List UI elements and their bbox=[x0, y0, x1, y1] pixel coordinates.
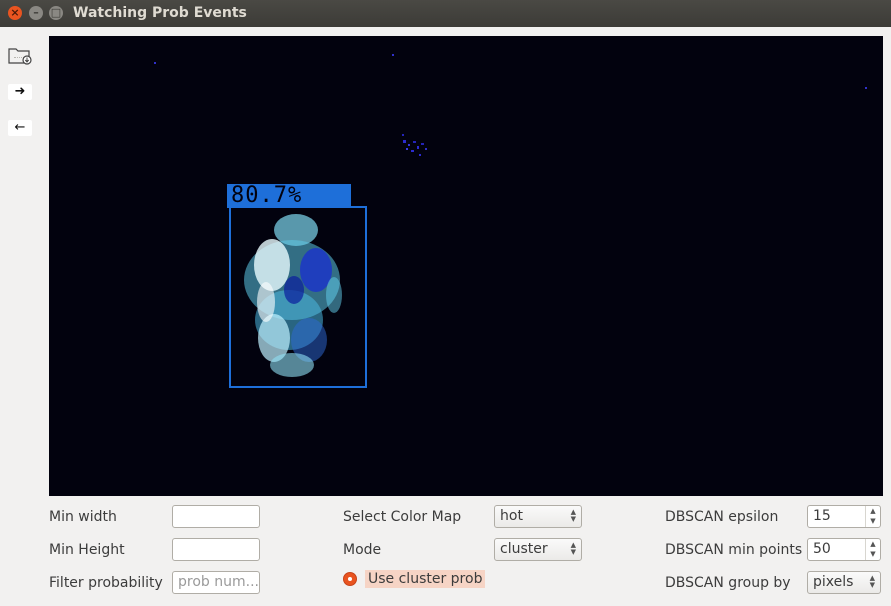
next-button[interactable]: ➜ bbox=[8, 84, 32, 100]
detection-probability-label: 80.7% bbox=[227, 184, 351, 208]
updown-chevron-icon: ▲ ▼ bbox=[570, 541, 576, 556]
dbscan-epsilon-value: 15 bbox=[813, 508, 831, 524]
arrow-left-icon: ← bbox=[14, 120, 26, 135]
dbscan-min-points-label: DBSCAN min points bbox=[665, 542, 803, 558]
dbscan-min-points-value: 50 bbox=[813, 541, 831, 557]
filter-probability-label: Filter probability bbox=[49, 575, 163, 591]
spin-arrows-icon[interactable]: ▲ ▼ bbox=[865, 539, 880, 560]
minimize-window-icon[interactable]: – bbox=[29, 6, 43, 20]
event-image-viewer[interactable]: 80.7% bbox=[49, 36, 883, 496]
title-bar: × – □ Watching Prob Events bbox=[0, 0, 891, 27]
mode-value: cluster bbox=[500, 541, 548, 557]
side-toolbar: ➜ ← bbox=[0, 27, 40, 606]
updown-chevron-icon: ▲ ▼ bbox=[570, 508, 576, 523]
dbscan-min-points-spinbox[interactable]: 50 ▲ ▼ bbox=[807, 538, 881, 561]
window-title: Watching Prob Events bbox=[73, 5, 247, 21]
filter-probability-input[interactable]: prob num... bbox=[172, 571, 260, 594]
close-window-icon[interactable]: × bbox=[8, 6, 22, 20]
spin-arrows-icon[interactable]: ▲ ▼ bbox=[865, 506, 880, 527]
previous-button[interactable]: ← bbox=[8, 120, 32, 136]
min-height-input[interactable] bbox=[172, 538, 260, 561]
use-cluster-prob-label: Use cluster prob bbox=[365, 570, 486, 588]
arrow-right-icon: ➜ bbox=[14, 84, 26, 99]
dbscan-group-by-value: pixels bbox=[813, 574, 854, 590]
color-map-select[interactable]: hot ▲ ▼ bbox=[494, 505, 582, 528]
mode-label: Mode bbox=[343, 542, 382, 558]
dbscan-epsilon-spinbox[interactable]: 15 ▲ ▼ bbox=[807, 505, 881, 528]
noise-point bbox=[392, 54, 394, 56]
noise-point bbox=[154, 62, 156, 64]
use-cluster-prob-radio[interactable] bbox=[343, 572, 357, 586]
min-width-label: Min width bbox=[49, 509, 117, 525]
dbscan-group-by-label: DBSCAN group by bbox=[665, 575, 791, 591]
color-map-value: hot bbox=[500, 508, 523, 524]
mode-select[interactable]: cluster ▲ ▼ bbox=[494, 538, 582, 561]
folder-open-icon bbox=[8, 48, 32, 65]
use-cluster-prob-option[interactable]: Use cluster prob bbox=[343, 569, 486, 589]
noise-cluster bbox=[402, 134, 427, 156]
min-height-label: Min Height bbox=[49, 542, 125, 558]
min-width-input[interactable] bbox=[172, 505, 260, 528]
open-folder-button[interactable] bbox=[8, 45, 32, 65]
detected-person-events bbox=[244, 214, 342, 377]
dbscan-epsilon-label: DBSCAN epsilon bbox=[665, 509, 779, 525]
dbscan-group-by-select[interactable]: pixels ▲ ▼ bbox=[807, 571, 881, 594]
noise-point bbox=[865, 87, 867, 89]
updown-chevron-icon: ▲ ▼ bbox=[869, 574, 875, 589]
maximize-window-icon[interactable]: □ bbox=[49, 6, 63, 20]
color-map-label: Select Color Map bbox=[343, 509, 462, 525]
